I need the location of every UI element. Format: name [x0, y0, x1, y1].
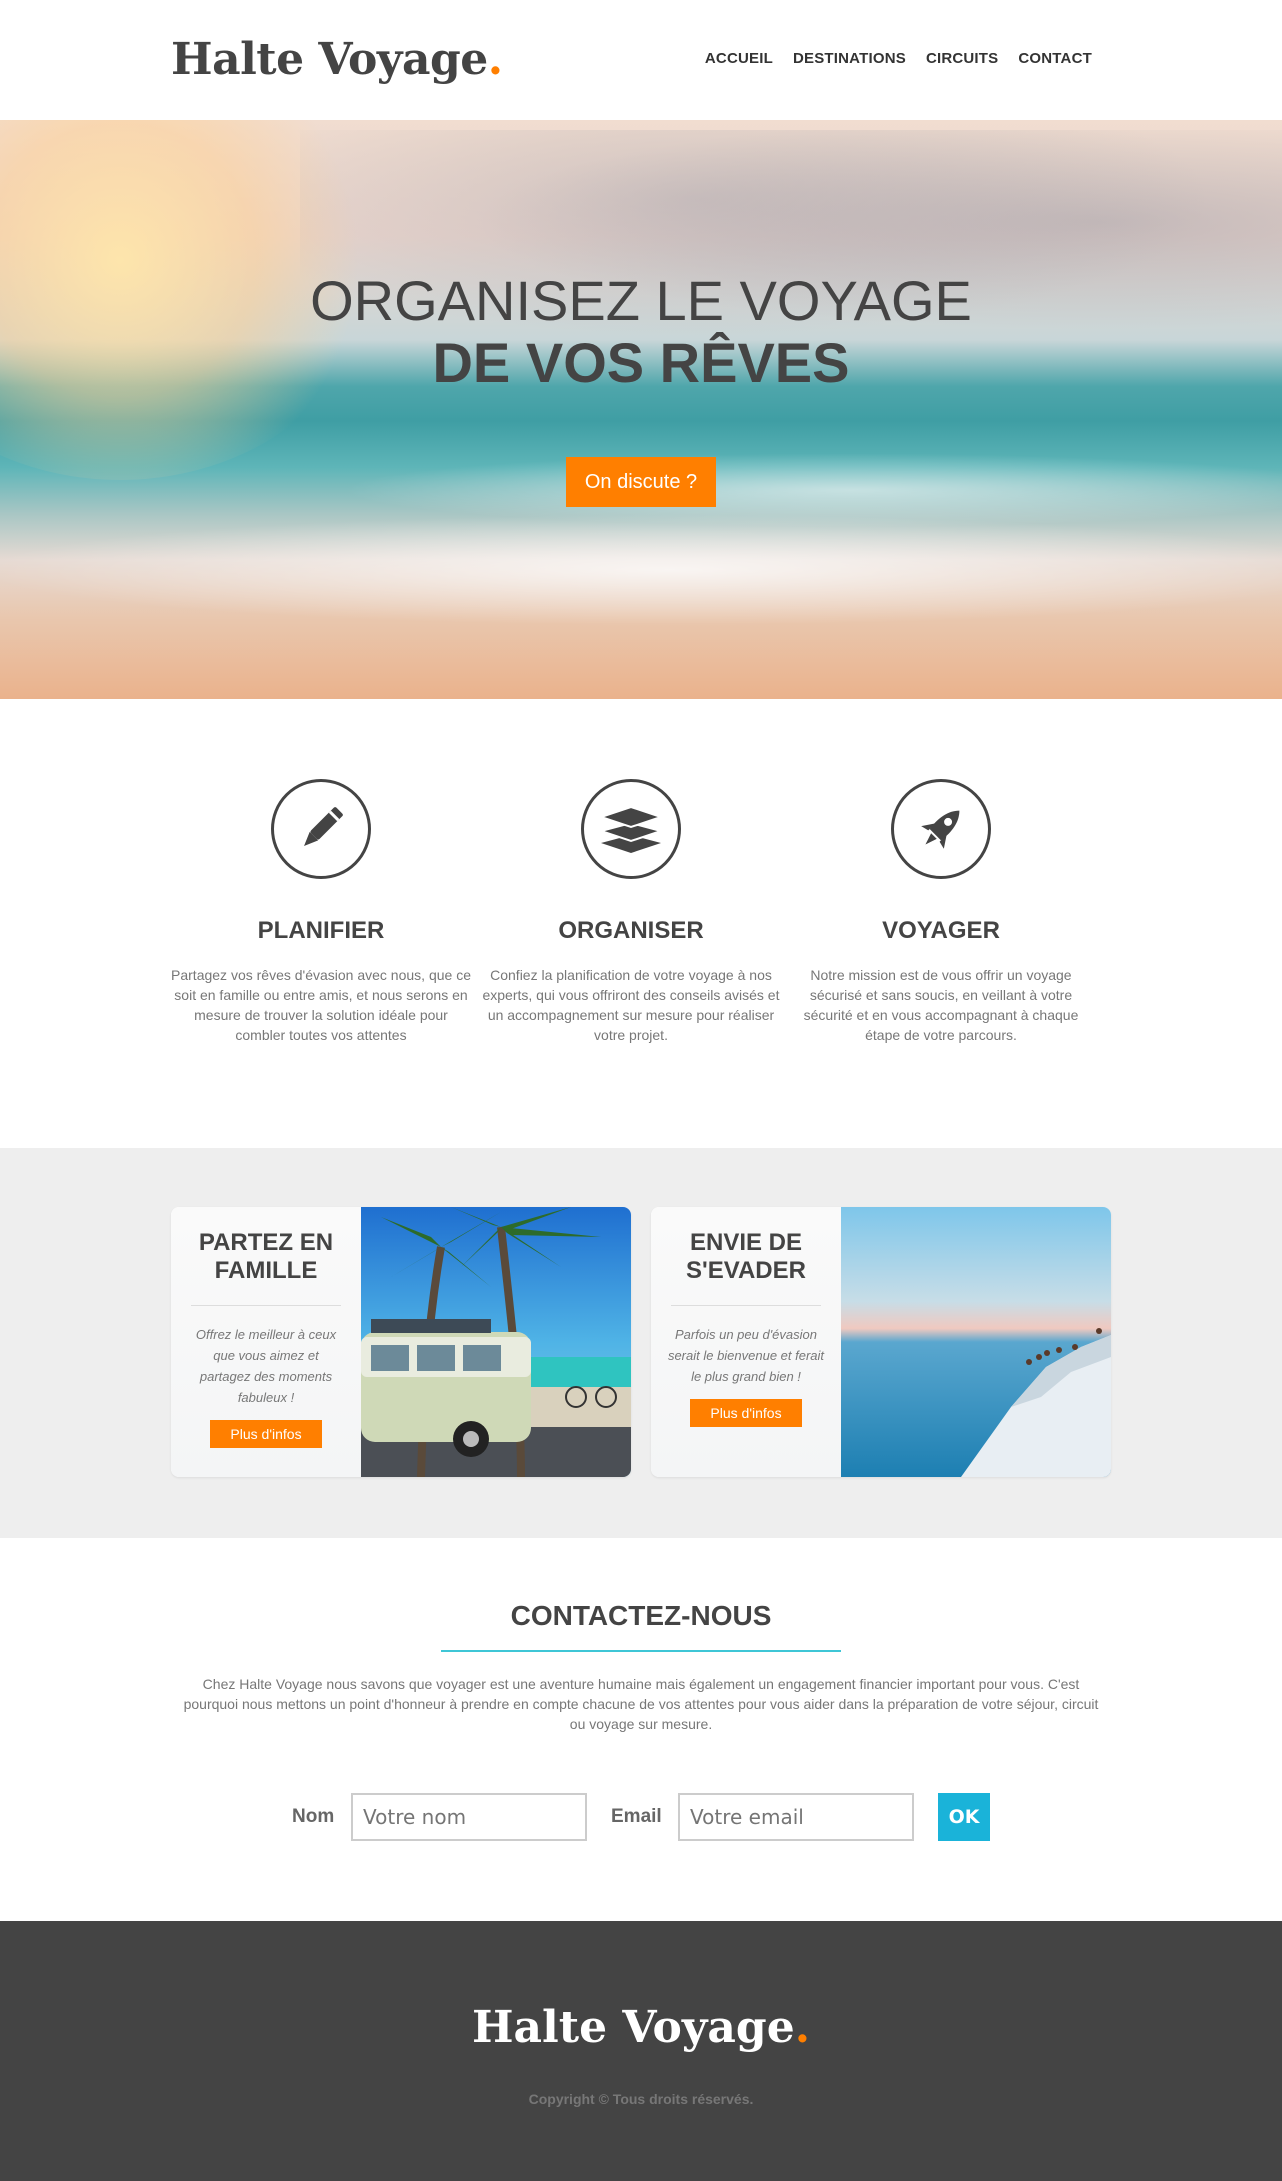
card-title-line1: PARTEZ EN: [198, 1229, 334, 1256]
nav-link-accueil[interactable]: ACCUEIL: [705, 50, 773, 67]
nav-link-circuits[interactable]: CIRCUITS: [926, 50, 998, 67]
hero-wave-foam: [0, 510, 1282, 630]
card-title-line2: FAMILLE: [214, 1257, 318, 1284]
email-input[interactable]: [678, 1793, 914, 1841]
layers-icon: [581, 779, 681, 879]
offer-card-evasion: ENVIE DE S'EVADER Parfois un peu d'évasi…: [651, 1207, 1111, 1477]
footer-logo[interactable]: Halte Voyage.: [0, 2002, 1282, 2053]
card-text-panel: PARTEZ EN FAMILLE Offrez le meilleur à c…: [171, 1207, 361, 1477]
feature-title: PLANIFIER: [257, 917, 385, 944]
van-under-palm-trees-photo: [361, 1207, 631, 1477]
card-divider: [671, 1305, 821, 1306]
submit-button[interactable]: OK: [938, 1793, 990, 1841]
nav-link-contact[interactable]: CONTACT: [1018, 50, 1092, 67]
card-title-line2: S'EVADER: [686, 1257, 806, 1284]
feature-text: Partagez vos rêves d'évasion avec nous, …: [171, 967, 471, 1043]
more-info-button[interactable]: Plus d'infos: [210, 1420, 322, 1448]
email-label: Email: [611, 1806, 662, 1827]
card-description: Offrez le meilleur à ceux que vous aimez…: [195, 1327, 337, 1405]
feature-text: Notre mission est de vous offrir un voya…: [803, 967, 1079, 1043]
name-label: Nom: [292, 1806, 335, 1827]
offers-section: PARTEZ EN FAMILLE Offrez le meilleur à c…: [0, 1148, 1282, 1538]
site-logo[interactable]: Halte Voyage.: [171, 34, 503, 85]
pen-icon: [271, 779, 371, 879]
site-header: Halte Voyage. ACCUEIL DESTINATIONS CIRCU…: [0, 0, 1282, 120]
name-input[interactable]: [351, 1793, 587, 1841]
contact-section: CONTACTEZ-NOUS Chez Halte Voyage nous sa…: [0, 1538, 1282, 1921]
card-divider: [191, 1305, 341, 1306]
white-cliffs-by-the-sea-photo: [841, 1207, 1111, 1477]
feature-voyager: VOYAGER Notre mission est de vous offrir…: [791, 779, 1091, 1045]
card-text-panel: ENVIE DE S'EVADER Parfois un peu d'évasi…: [651, 1207, 841, 1477]
contact-title: CONTACTEZ-NOUS: [510, 1600, 772, 1631]
card-description: Parfois un peu d'évasion serait le bienv…: [667, 1327, 825, 1384]
card-title: PARTEZ EN FAMILLE: [187, 1229, 345, 1285]
offer-card-famille: PARTEZ EN FAMILLE Offrez le meilleur à c…: [171, 1207, 631, 1477]
card-title: ENVIE DE S'EVADER: [667, 1229, 825, 1285]
footer-logo-text: Halte Voyage: [471, 2002, 795, 2053]
logo-text: Halte Voyage: [171, 34, 488, 85]
more-info-button[interactable]: Plus d'infos: [690, 1399, 802, 1427]
features-section: PLANIFIER Partagez vos rêves d'évasion a…: [0, 699, 1282, 1148]
feature-title: ORGANISER: [558, 917, 704, 944]
feature-planifier: PLANIFIER Partagez vos rêves d'évasion a…: [171, 779, 471, 1045]
logo-dot: .: [487, 34, 503, 85]
contact-title-underline: [441, 1650, 841, 1652]
card-title-line1: ENVIE DE: [689, 1229, 803, 1256]
site-footer: Halte Voyage. Copyright © Tous droits ré…: [0, 1921, 1282, 2181]
main-nav: ACCUEIL DESTINATIONS CIRCUITS CONTACT: [705, 50, 1092, 67]
nav-link-destinations[interactable]: DESTINATIONS: [793, 50, 906, 67]
hero-title-line1: ORGANISEZ LE VOYAGE: [310, 269, 972, 332]
feature-organiser: ORGANISER Confiez la planification de vo…: [481, 779, 781, 1045]
rocket-icon: [891, 779, 991, 879]
hero-title-line2: DE VOS RÊVES: [432, 331, 850, 394]
copyright-text: Copyright © Tous droits réservés.: [528, 2091, 754, 2107]
contact-text: Chez Halte Voyage nous savons que voyage…: [183, 1676, 1099, 1732]
footer-logo-dot: .: [794, 2002, 811, 2053]
feature-text: Confiez la planification de votre voyage…: [482, 967, 780, 1043]
feature-title: VOYAGER: [882, 917, 1000, 944]
contact-form: Nom Email OK: [0, 1793, 1282, 1841]
hero-banner: ORGANISEZ LE VOYAGE DE VOS RÊVES On disc…: [0, 120, 1282, 699]
hero-cta-button[interactable]: On discute ?: [566, 457, 716, 507]
